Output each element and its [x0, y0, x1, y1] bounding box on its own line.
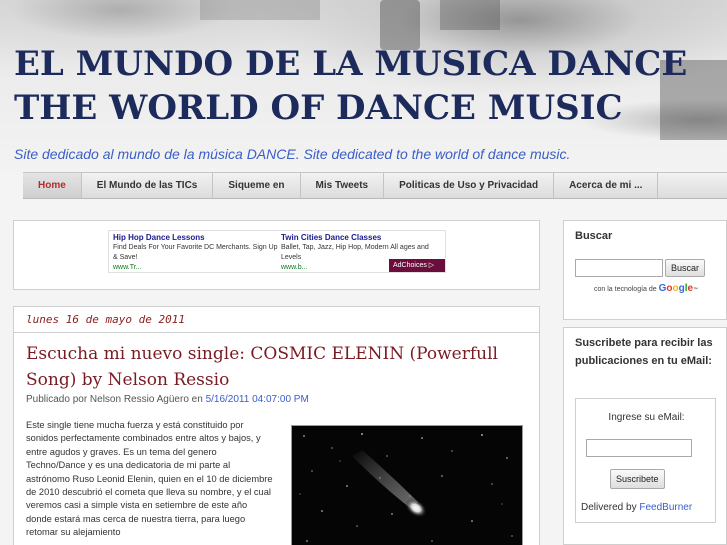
post-body-text: Este single tiene mucha fuerza y está co… [26, 420, 273, 538]
blog-header: EL MUNDO DE LA MUSICA DANCE THE WORLD OF… [0, 0, 727, 172]
feedburner-link[interactable]: FeedBurner [639, 502, 692, 513]
header-photo-shape [200, 0, 320, 20]
blog-title[interactable]: EL MUNDO DE LA MUSICA DANCE THE WORLD OF… [14, 42, 714, 130]
powered-by-google: con la tecnología de Google™ [594, 283, 698, 294]
nav-item-politicas[interactable]: Politicas de Uso y Privacidad [384, 173, 555, 198]
blog-title-line1[interactable]: EL MUNDO DE LA MUSICA DANCE [14, 42, 714, 86]
header-photo-shape [440, 0, 500, 30]
post-byline: Publicado por Nelson Ressio Agüero en 5/… [26, 394, 309, 405]
delivered-by: Delivered by FeedBurner [581, 502, 692, 513]
subscribe-widget: Suscribete para recibir las publicacione… [563, 327, 727, 545]
post-title[interactable]: Escucha mi nuevo single: COSMIC ELENIN (… [26, 341, 526, 393]
ad-widget: Hip Hop Dance Lessons Find Deals For You… [13, 220, 540, 290]
email-field[interactable] [586, 439, 692, 457]
blog-post: Escucha mi nuevo single: COSMIC ELENIN (… [13, 333, 540, 545]
comet-image[interactable] [291, 425, 523, 545]
search-row: Buscar [575, 259, 706, 277]
nav-item-siqueme[interactable]: Siqueme en [213, 173, 301, 198]
google-logo: Google™ [658, 283, 699, 294]
search-widget-title: Buscar [575, 230, 613, 242]
nav-bar: Home El Mundo de las TICs Siqueme en Mis… [23, 172, 727, 199]
nav-item-acerca[interactable]: Acerca de mi ... [554, 173, 659, 198]
subscribe-button[interactable]: Suscribete [610, 469, 665, 489]
post-date-header: lunes 16 de mayo de 2011 [13, 306, 540, 333]
post-timestamp-link[interactable]: 5/16/2011 04:07:00 PM [206, 394, 309, 405]
subscribe-form: Ingrese su eMail: Suscribete Delivered b… [575, 398, 716, 523]
blog-tagline: Site dedicado al mundo de la música DANC… [14, 146, 571, 162]
delivered-prefix: Delivered by [581, 502, 637, 513]
search-input[interactable] [575, 259, 663, 277]
blog-title-line2[interactable]: THE WORLD OF DANCE MUSIC [14, 86, 714, 130]
adsense-block[interactable]: Hip Hop Dance Lessons Find Deals For You… [108, 230, 446, 273]
powered-text: con la tecnología de [594, 286, 657, 293]
adchoices-badge[interactable]: AdChoices ▷ [389, 259, 445, 272]
nav-item-tweets[interactable]: Mis Tweets [301, 173, 385, 198]
ad-left-url[interactable]: www.Tr... [113, 263, 278, 272]
ad-left-title[interactable]: Hip Hop Dance Lessons [113, 233, 278, 243]
byline-author: Publicado por Nelson Ressio Agüero en [26, 394, 203, 405]
email-label: Ingrese su eMail: [608, 412, 685, 423]
ad-left-text: Find Deals For Your Favorite DC Merchant… [113, 244, 278, 261]
search-button[interactable]: Buscar [665, 259, 706, 277]
subscribe-widget-title: Suscribete para recibir las publicacione… [575, 337, 713, 367]
search-widget: Buscar Buscar con la tecnología de Googl… [563, 220, 727, 320]
ad-right-title[interactable]: Twin Cities Dance Classes [281, 233, 445, 243]
nav-item-home[interactable]: Home [23, 173, 82, 198]
ad-left[interactable]: Hip Hop Dance Lessons Find Deals For You… [113, 233, 278, 272]
nav-item-tics[interactable]: El Mundo de las TICs [82, 173, 214, 198]
